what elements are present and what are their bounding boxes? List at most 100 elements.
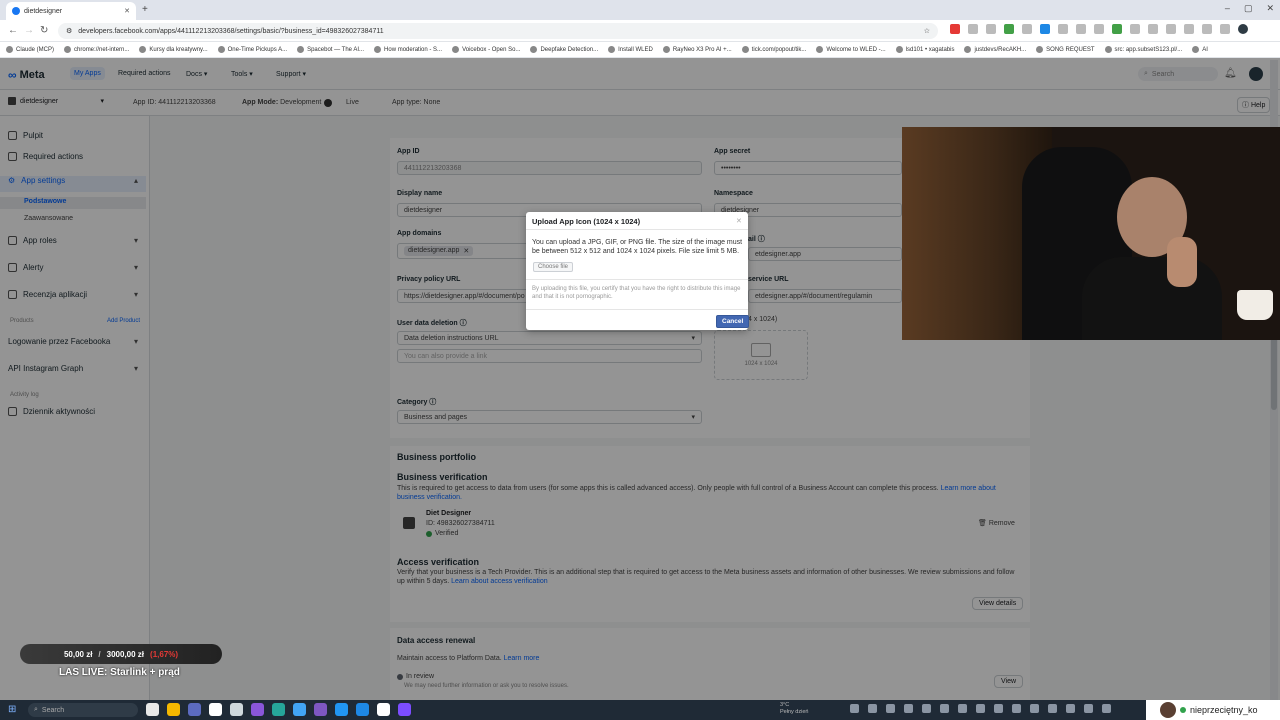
dialog-divider [526, 229, 748, 230]
facebook-favicon-icon [12, 7, 20, 15]
bookmark-item[interactable]: Install WLED [608, 46, 653, 53]
extension-icon[interactable] [1238, 24, 1248, 34]
bookmark-item[interactable]: Voicebox - Open So... [452, 46, 520, 53]
extension-icon[interactable] [986, 24, 996, 34]
url-bar[interactable]: ⚙ developers.facebook.com/apps/441112213… [58, 23, 938, 39]
taskbar-app-icon[interactable] [356, 703, 369, 716]
tray-icon[interactable] [886, 704, 895, 713]
back-icon[interactable]: ← [8, 25, 18, 36]
extension-icon[interactable] [1058, 24, 1068, 34]
system-tray [850, 704, 1111, 713]
dialog-body-text: You can upload a JPG, GIF, or PNG file. … [532, 239, 743, 255]
taskbar-app-icon[interactable] [251, 703, 264, 716]
stream-title: LAS LIVE: Starlink + prąd [59, 667, 180, 678]
browser-tab[interactable]: dietdesigner ✕ [6, 2, 136, 20]
taskbar-app-icon[interactable] [335, 703, 348, 716]
bookmark-item[interactable]: src: app.subsetS123.pl/... [1104, 46, 1182, 53]
close-tab-icon[interactable]: ✕ [124, 7, 130, 15]
bookmark-item[interactable]: AI [1192, 46, 1208, 53]
taskbar-app-icon[interactable] [398, 703, 411, 716]
bookmark-favicon-icon [374, 46, 382, 53]
tray-icon[interactable] [1084, 704, 1093, 713]
bookmark-favicon-icon [64, 46, 72, 53]
extension-icon[interactable] [1040, 24, 1050, 34]
tray-icon[interactable] [1030, 704, 1039, 713]
extension-icon[interactable] [1022, 24, 1032, 34]
extension-icon[interactable] [1220, 24, 1230, 34]
windows-start-icon[interactable]: ⊞ [8, 704, 16, 715]
bookmark-item[interactable]: justdevs/RecAKH... [964, 46, 1026, 53]
tray-icon[interactable] [1102, 704, 1111, 713]
new-tab-button[interactable]: + [142, 4, 148, 15]
maximize-icon[interactable]: ▢ [1244, 3, 1253, 14]
extension-icon[interactable] [1004, 24, 1014, 34]
tray-icon[interactable] [1012, 704, 1021, 713]
forward-icon[interactable]: → [24, 25, 34, 36]
tray-icon[interactable] [868, 704, 877, 713]
choose-file-button[interactable]: Choose file [533, 262, 574, 272]
bookmark-star-icon[interactable]: ☆ [924, 27, 930, 35]
bookmark-favicon-icon [530, 46, 538, 53]
tray-icon[interactable] [1066, 704, 1075, 713]
taskbar-app-icon[interactable] [209, 703, 222, 716]
bookmark-favicon-icon [662, 46, 670, 53]
site-info-icon[interactable]: ⚙ [66, 27, 72, 35]
extension-icon[interactable] [1184, 24, 1194, 34]
extension-icon[interactable] [1094, 24, 1104, 34]
tray-icon[interactable] [976, 704, 985, 713]
tray-icon[interactable] [940, 704, 949, 713]
tray-icon[interactable] [850, 704, 859, 713]
bookmark-item[interactable]: Welcome to WLED -... [816, 46, 886, 53]
cancel-button[interactable]: Cancel [716, 315, 750, 328]
dialog-divider [526, 309, 748, 310]
dialog-disclaimer: By uploading this file, you certify that… [532, 286, 741, 300]
bookmark-item[interactable]: SONG REQUEST [1036, 46, 1095, 53]
browser-tab-strip [0, 0, 1280, 20]
bookmark-item[interactable]: RayNeo X3 Pro AI +... [662, 46, 732, 53]
extension-icon[interactable] [1076, 24, 1086, 34]
bookmark-item[interactable]: Spacebot — The AI... [297, 46, 364, 53]
bookmark-item[interactable]: Claude (MCP) [6, 46, 54, 53]
extension-icon[interactable] [1130, 24, 1140, 34]
extension-icon[interactable] [1202, 24, 1212, 34]
taskbar-app-icon[interactable] [188, 703, 201, 716]
tray-icon[interactable] [958, 704, 967, 713]
bookmark-favicon-icon [217, 46, 225, 53]
bookmark-item[interactable]: One-Time Pickups A... [217, 46, 287, 53]
bookmark-favicon-icon [816, 46, 824, 53]
bookmark-favicon-icon [1192, 46, 1200, 53]
person-body [1082, 257, 1222, 340]
window-controls: – ▢ ✕ [1225, 3, 1274, 14]
extension-icon[interactable] [968, 24, 978, 34]
tray-icon[interactable] [994, 704, 1003, 713]
taskbar-app-icon[interactable] [293, 703, 306, 716]
bookmark-favicon-icon [139, 46, 147, 53]
bookmark-item[interactable]: How moderation - S... [374, 46, 442, 53]
bookmark-item[interactable]: Deepfake Detection... [530, 46, 598, 53]
extension-icon[interactable] [1112, 24, 1122, 34]
tray-icon[interactable] [1048, 704, 1057, 713]
extension-icon[interactable] [1148, 24, 1158, 34]
taskbar-search[interactable]: ⌕ Search [28, 703, 138, 717]
taskbar-app-icon[interactable] [230, 703, 243, 716]
weather-widget[interactable]: 3°C Pełny dzień [780, 702, 808, 716]
bookmark-item[interactable]: tick.com/popout/tik... [741, 46, 806, 53]
tray-icon[interactable] [922, 704, 931, 713]
extension-icon[interactable] [950, 24, 960, 34]
bookmark-item[interactable]: Kursy dla kreatywny... [139, 46, 208, 53]
taskbar-app-icon[interactable] [167, 703, 180, 716]
tray-icon[interactable] [904, 704, 913, 713]
taskbar-app-icon[interactable] [272, 703, 285, 716]
bookmark-item[interactable]: lsd101 • xagatabis [895, 46, 954, 53]
taskbar-app-icon[interactable] [377, 703, 390, 716]
extension-icon[interactable] [1166, 24, 1176, 34]
bookmark-favicon-icon [297, 46, 305, 53]
bookmark-item[interactable]: chrome://net-intern... [64, 46, 129, 53]
reload-icon[interactable]: ↻ [40, 25, 48, 36]
taskbar-app-icon[interactable] [146, 703, 159, 716]
extensions-toolbar [950, 24, 1248, 34]
taskbar-app-icon[interactable] [314, 703, 327, 716]
minimize-icon[interactable]: – [1225, 3, 1230, 14]
close-window-icon[interactable]: ✕ [1266, 3, 1274, 14]
dialog-close-icon[interactable]: ✕ [736, 217, 742, 225]
